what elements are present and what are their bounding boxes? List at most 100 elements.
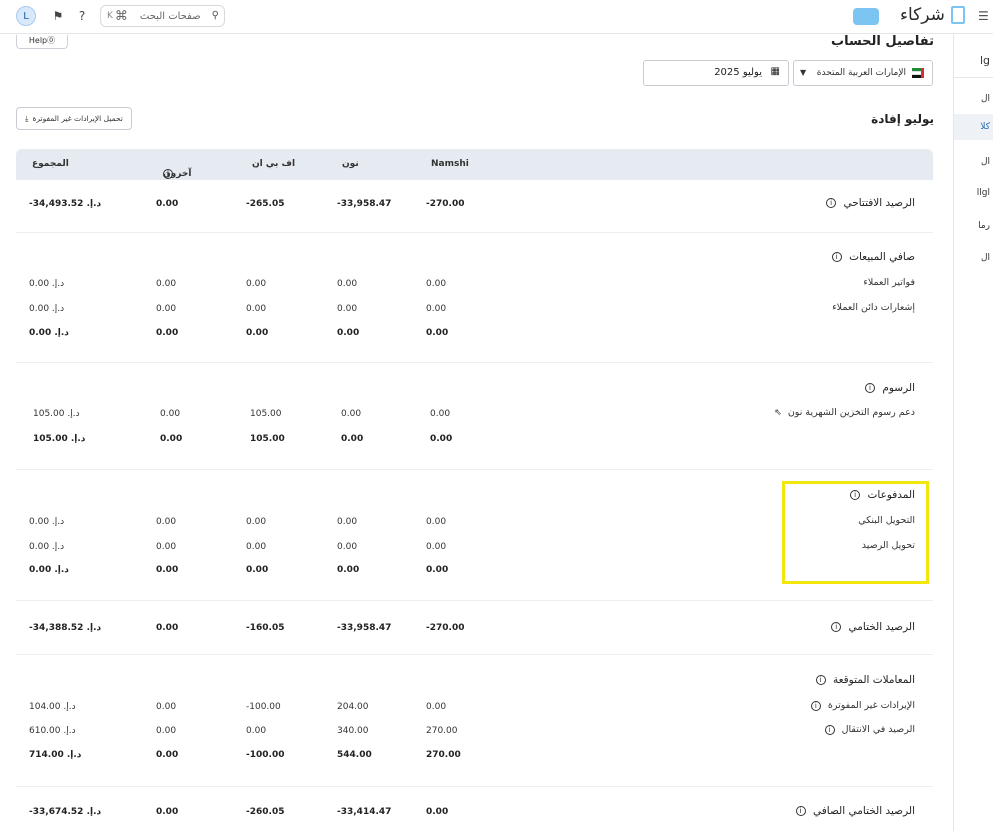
statement-title: يوليو إفادة bbox=[871, 112, 934, 126]
cell: 0.00 bbox=[246, 304, 267, 314]
cell: د.إ. 0.00 bbox=[29, 328, 69, 338]
cell: 0.00 bbox=[246, 279, 267, 289]
external-link-icon[interactable]: ⇖ bbox=[774, 408, 782, 418]
unbilled-revenue-label: الإيرادات غير المفوترة i bbox=[810, 700, 915, 711]
logo-text: شركاء bbox=[900, 5, 945, 25]
cell: 340.00 bbox=[337, 726, 369, 736]
info-icon[interactable]: i bbox=[831, 252, 842, 262]
cell: د.إ. 105.00 bbox=[33, 434, 86, 444]
avatar[interactable]: L bbox=[16, 6, 36, 26]
uae-flag-icon bbox=[912, 68, 924, 78]
closing-others: 0.00 bbox=[156, 623, 179, 633]
closing-namshi: -270.00 bbox=[426, 623, 465, 633]
cell: 105.00 bbox=[250, 434, 285, 444]
sidebar-item-2[interactable]: كلا bbox=[954, 114, 993, 140]
right-sidebar: lg ال كلا ال llgl رما ال bbox=[953, 34, 993, 831]
opening-fbn: -265.05 bbox=[246, 199, 285, 209]
info-icon[interactable]: i bbox=[810, 700, 821, 711]
cell: -100.00 bbox=[246, 702, 281, 712]
opening-namshi: -270.00 bbox=[426, 199, 465, 209]
calendar-icon: ▦ bbox=[770, 66, 780, 77]
cell: د.إ. 610.00 bbox=[29, 726, 76, 736]
cell: 0.00 bbox=[160, 434, 183, 444]
info-icon[interactable]: i bbox=[831, 622, 842, 632]
help-icon: ⓪ bbox=[47, 36, 56, 45]
country-select[interactable]: الإمارات العربية المتحدة ▼ bbox=[793, 60, 933, 86]
divider bbox=[16, 232, 933, 233]
help-button[interactable]: Help⓪ bbox=[16, 35, 68, 49]
cell: 105.00 bbox=[250, 409, 282, 419]
download-unbilled-button[interactable]: تحميل الإيرادات غير المفوترة ⤓ bbox=[16, 107, 132, 130]
opening-total: د.إ. 34,493.52- bbox=[29, 199, 102, 209]
fees-header: الرسوم i bbox=[865, 382, 915, 394]
search-icon: ⚲ bbox=[211, 10, 219, 21]
info-icon[interactable]: i bbox=[824, 724, 835, 735]
opening-balance-label: الرصيد الافتتاحي i bbox=[826, 197, 915, 209]
cell: 0.00 bbox=[430, 434, 453, 444]
cell: 0.00 bbox=[246, 726, 267, 736]
cell: 0.00 bbox=[341, 434, 364, 444]
opening-others: 0.00 bbox=[156, 199, 179, 209]
cell: د.إ. 0.00 bbox=[29, 517, 65, 527]
feedback-icon[interactable]: ⚑ bbox=[50, 8, 66, 24]
help-circle-icon[interactable]: ? bbox=[74, 8, 90, 24]
info-icon[interactable]: i bbox=[826, 198, 837, 208]
opening-noon: -33,958.47 bbox=[337, 199, 392, 209]
cell: د.إ. 0.00 bbox=[29, 279, 65, 289]
search-input[interactable]: K ⌘ صفحات البحث ⚲ bbox=[100, 5, 225, 27]
cell: 0.00 bbox=[426, 542, 447, 552]
cell: 0.00 bbox=[337, 279, 358, 289]
cell: 0.00 bbox=[426, 304, 447, 314]
net-closing-balance-label: الرصيد الختامي الصافي i bbox=[795, 805, 915, 817]
cell: -100.00 bbox=[246, 750, 285, 760]
closing-balance-label: الرصيد الختامي i bbox=[831, 621, 915, 633]
cell: 270.00 bbox=[426, 750, 461, 760]
divider bbox=[16, 362, 933, 363]
cell: 0.00 bbox=[341, 409, 362, 419]
cell: 0.00 bbox=[156, 726, 177, 736]
logo-icon bbox=[951, 6, 965, 24]
sidebar-item-5[interactable]: رما bbox=[954, 213, 993, 239]
net-sales-header: صافي المبيعات i bbox=[831, 251, 915, 263]
cell: 0.00 bbox=[156, 542, 177, 552]
cell: 0.00 bbox=[156, 279, 177, 289]
cell: 0.00 bbox=[426, 565, 449, 575]
download-label: تحميل الإيرادات غير المفوترة bbox=[32, 114, 123, 123]
col-others-label: آخرون bbox=[163, 169, 192, 179]
sidebar-item-6[interactable]: ال bbox=[954, 245, 993, 271]
cell: 0.00 bbox=[430, 409, 451, 419]
cell: د.إ. 105.00 bbox=[33, 409, 80, 419]
cell: 0.00 bbox=[246, 542, 267, 552]
table-header: Namshi نون اف بي ان i آخرون المجموع bbox=[16, 149, 933, 180]
info-icon[interactable]: i bbox=[815, 675, 826, 685]
cell: 0.00 bbox=[156, 328, 179, 338]
cell: 0.00 bbox=[246, 517, 267, 527]
cell: 270.00 bbox=[426, 726, 458, 736]
info-icon[interactable]: i bbox=[795, 806, 806, 816]
customer-credit-notes-label: إشعارات دائن العملاء bbox=[832, 302, 915, 313]
cell: 0.00 bbox=[426, 517, 447, 527]
cell: 0.00 bbox=[337, 565, 360, 575]
cell: 0.00 bbox=[156, 517, 177, 527]
top-bar: L ⚑ ? K ⌘ صفحات البحث ⚲ شركاء ☰ bbox=[0, 0, 993, 34]
cell: 0.00 bbox=[337, 542, 358, 552]
help-label: Help bbox=[28, 36, 48, 45]
col-namshi: Namshi bbox=[431, 159, 469, 169]
info-icon[interactable]: i bbox=[865, 383, 876, 393]
sidebar-item-1[interactable]: ال bbox=[954, 86, 993, 112]
cell: د.إ. 0.00 bbox=[29, 542, 65, 552]
sidebar-item-3[interactable]: ال bbox=[954, 149, 993, 175]
cell: 0.00 bbox=[156, 565, 179, 575]
cell: 0.00 bbox=[426, 702, 447, 712]
closing-total: د.إ. 34,388.52- bbox=[29, 623, 102, 633]
col-noon: نون bbox=[342, 159, 359, 169]
net-closing-namshi: 0.00 bbox=[426, 807, 449, 817]
month-value: يوليو 2025 bbox=[714, 67, 762, 78]
highlight-box bbox=[782, 481, 929, 584]
sidebar-item-4[interactable]: llgl bbox=[954, 180, 993, 206]
closing-noon: -33,958.47 bbox=[337, 623, 392, 633]
cell: د.إ. 0.00 bbox=[29, 565, 69, 575]
cell: 0.00 bbox=[156, 702, 177, 712]
menu-icon[interactable]: ☰ bbox=[978, 9, 989, 23]
month-picker[interactable]: ▦ يوليو 2025 bbox=[643, 60, 789, 86]
